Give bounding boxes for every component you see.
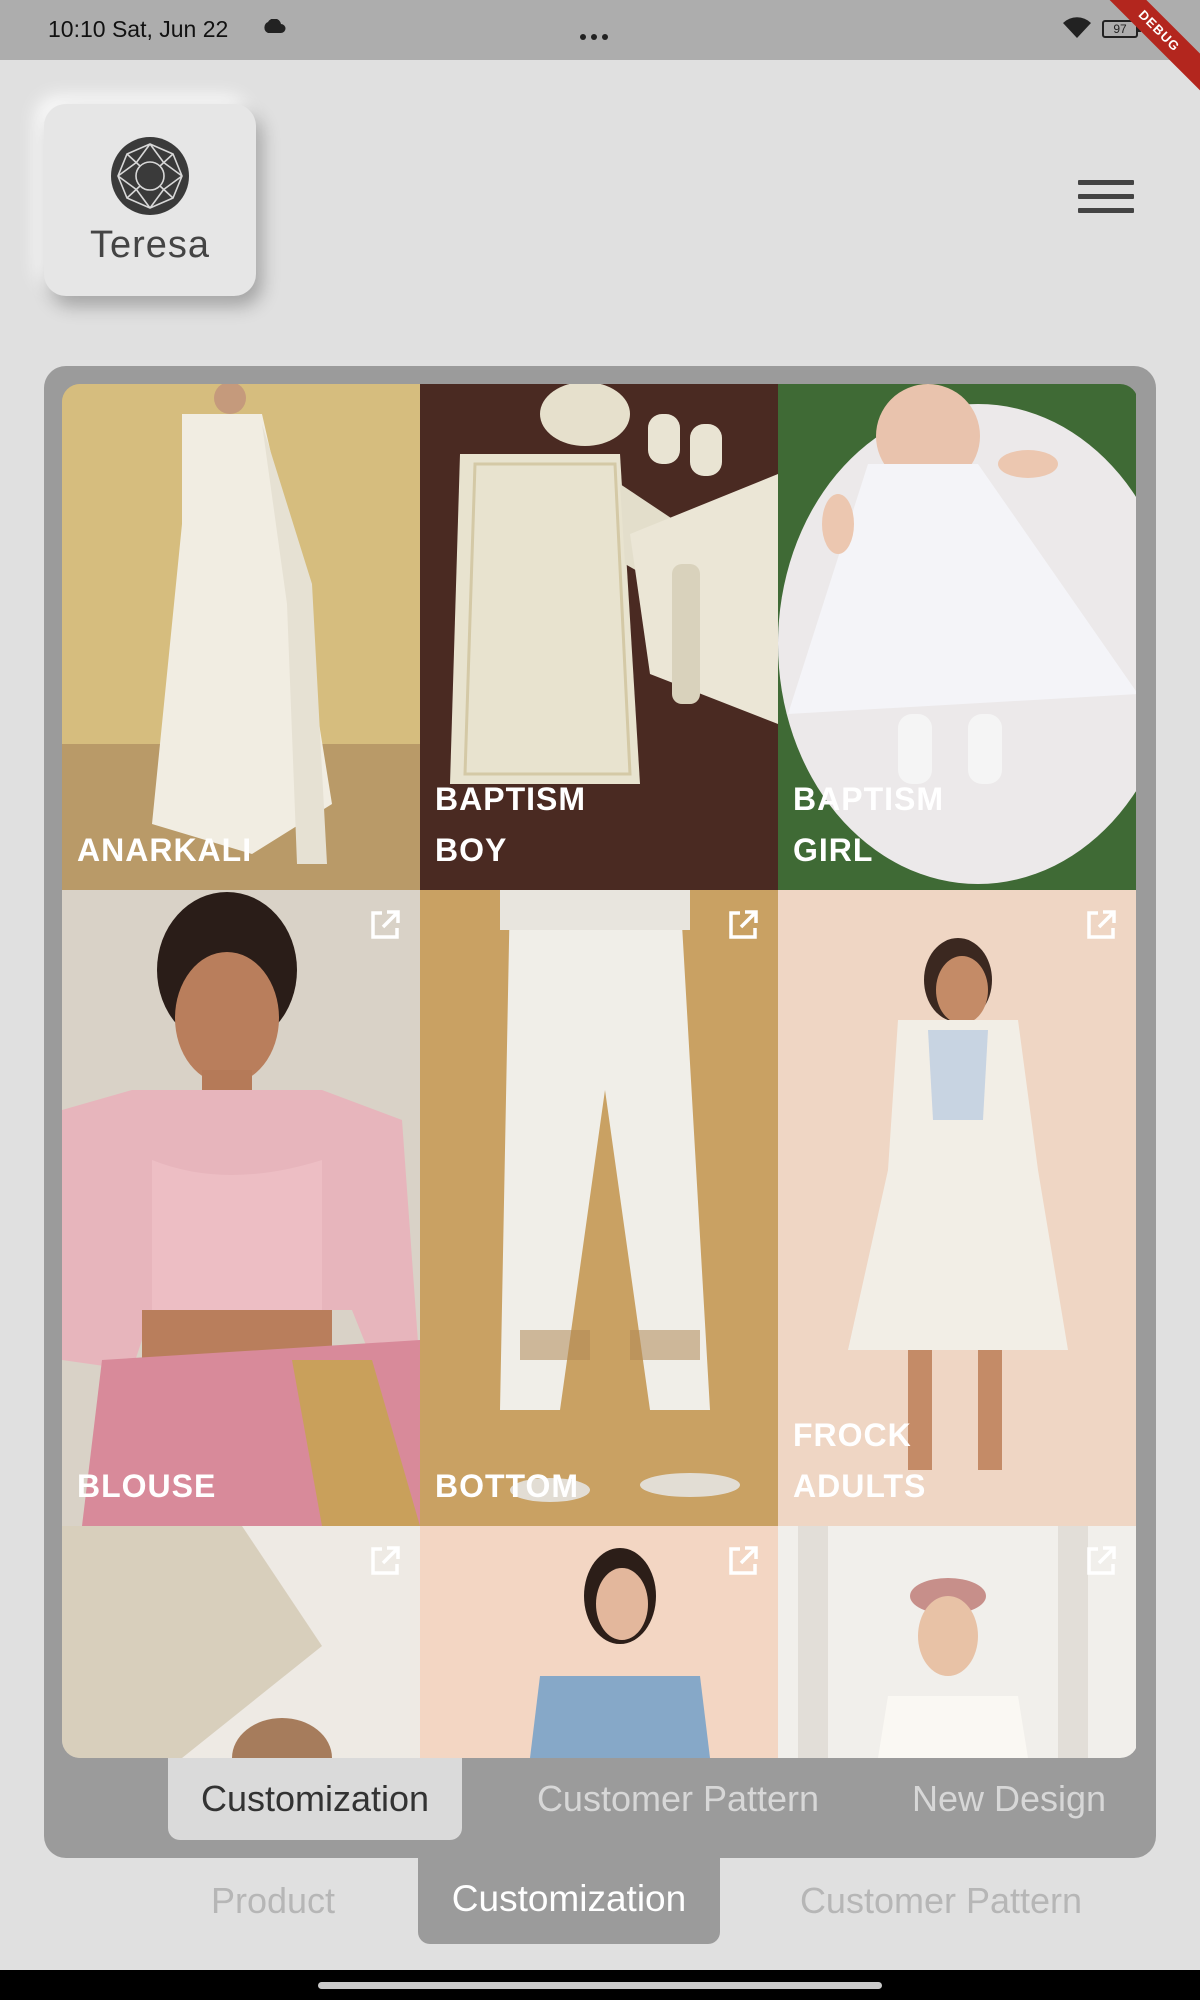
tab-product[interactable]: Product (180, 1880, 366, 1922)
category-grid[interactable]: ANARKALI BAPTISM BOY BAPTISM GIRL BLOUSE… (62, 384, 1138, 1758)
open-in-new-icon[interactable] (1084, 1544, 1118, 1578)
status-time: 10:10 Sat, Jun 22 (48, 16, 229, 42)
tab-customization-inner[interactable]: Customization (168, 1758, 462, 1840)
category-tile-baptism-boy[interactable]: BAPTISM BOY (420, 384, 778, 890)
status-bar: 10:10 Sat, Jun 22 97 DEBUG (0, 0, 1200, 101)
tile-image (420, 890, 778, 1526)
open-in-new-icon[interactable] (726, 1544, 760, 1578)
tile-label: FROCK ADULTS (793, 1417, 927, 1504)
logo-card[interactable]: Teresa (44, 104, 256, 296)
hamburger-menu-icon[interactable] (1078, 180, 1134, 224)
wifi-icon (1063, 17, 1091, 38)
open-in-new-icon[interactable] (368, 908, 402, 942)
debug-banner: DEBUG (1089, 0, 1200, 101)
tile-label: BOTTOM (435, 1468, 580, 1504)
tab-customer-pattern-inner[interactable]: Customer Pattern (520, 1778, 836, 1820)
tile-label: BLOUSE (77, 1468, 217, 1504)
tile-label: BAPTISM GIRL (793, 781, 944, 868)
tile-image (62, 890, 420, 1526)
category-tile-7[interactable] (62, 1526, 420, 1758)
category-tile-9[interactable] (778, 1526, 1136, 1758)
open-in-new-icon[interactable] (726, 908, 760, 942)
cloud-icon (264, 19, 286, 33)
tab-customization-outer[interactable]: Customization (418, 1858, 720, 1944)
category-tile-bottom[interactable]: BOTTOM (420, 890, 778, 1526)
category-tile-baptism-girl[interactable]: BAPTISM GIRL (778, 384, 1136, 890)
category-tile-anarkali[interactable]: ANARKALI (62, 384, 420, 890)
tile-image (62, 384, 420, 890)
category-tile-blouse[interactable]: BLOUSE (62, 890, 420, 1526)
more-dots-icon[interactable] (580, 27, 613, 45)
gem-emblem-icon (111, 137, 189, 215)
tab-customer-pattern-outer[interactable]: Customer Pattern (790, 1880, 1092, 1922)
system-nav-bar (0, 1970, 1200, 2000)
logo-text: Teresa (89, 224, 211, 266)
tile-label: BAPTISM BOY (435, 781, 586, 868)
home-handle[interactable] (318, 1982, 882, 1989)
tile-image (778, 1526, 1136, 1758)
category-tile-frock-adults[interactable]: FROCK ADULTS (778, 890, 1136, 1526)
open-in-new-icon[interactable] (368, 1544, 402, 1578)
open-in-new-icon[interactable] (1084, 908, 1118, 942)
tile-label: ANARKALI (77, 832, 253, 868)
tile-image (62, 1526, 420, 1758)
tab-new-design-inner[interactable]: New Design (900, 1778, 1118, 1820)
category-tile-8[interactable] (420, 1526, 778, 1758)
tile-image (420, 1526, 778, 1758)
